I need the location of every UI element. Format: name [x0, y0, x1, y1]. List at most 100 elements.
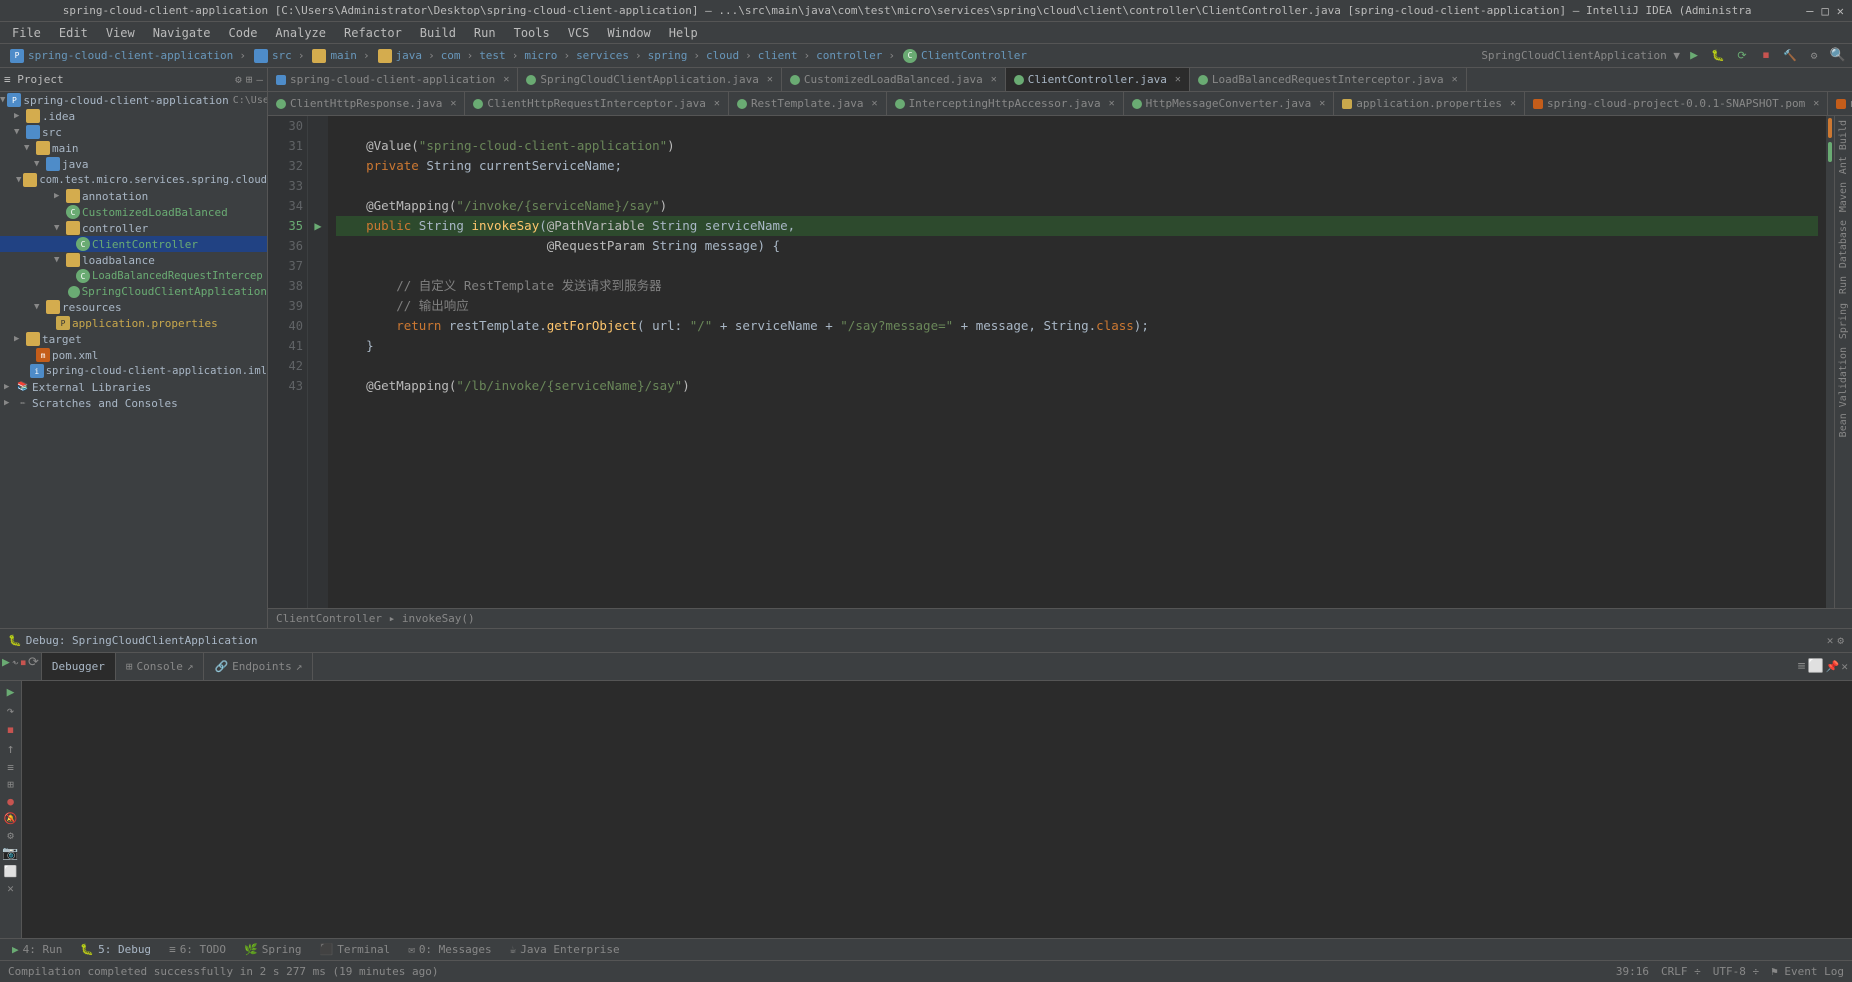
run-to-cursor-btn[interactable]: ≡ — [7, 761, 14, 774]
tab-chr[interactable]: ClientHttpResponse.java ✕ — [268, 92, 465, 115]
step-out-side-btn[interactable]: ↑ — [7, 742, 15, 757]
bottom-tab-run[interactable]: ▶ 4: Run — [4, 941, 70, 958]
tree-item-src[interactable]: ▼ src — [0, 124, 267, 140]
line-endings[interactable]: CRLF ÷ — [1661, 965, 1701, 978]
database-label[interactable]: Database — [1838, 220, 1849, 268]
tab-close-ap2[interactable]: ✕ — [1510, 98, 1516, 109]
tab-close-scpom[interactable]: ✕ — [1813, 98, 1819, 109]
menu-analyze[interactable]: Analyze — [267, 24, 334, 42]
tab-lbri[interactable]: LoadBalancedRequestInterceptor.java ✕ — [1190, 68, 1467, 91]
tab-iha[interactable]: InterceptingHttpAccessor.java ✕ — [887, 92, 1124, 115]
tree-item-ext-libs[interactable]: ▶ 📚 External Libraries — [0, 379, 267, 395]
tab-scpom[interactable]: spring-cloud-project-0.0.1-SNAPSHOT.pom … — [1525, 92, 1828, 115]
step-into-side-btn[interactable]: ⏹ — [7, 723, 14, 738]
maximize-button[interactable]: □ — [1822, 4, 1829, 18]
tab-clb[interactable]: CustomizedLoadBalanced.java ✕ — [782, 68, 1006, 91]
bottom-tab-debug[interactable]: 🐛 5: Debug — [72, 941, 159, 958]
bottom-tab-java-enterprise[interactable]: ☕ Java Enterprise — [502, 941, 628, 958]
tree-item-idea[interactable]: ▶ .idea — [0, 108, 267, 124]
breakpoints-btn[interactable]: ● — [7, 795, 14, 808]
editor-scrollbar[interactable] — [1826, 116, 1834, 608]
nav-main[interactable]: main — [306, 47, 361, 65]
close-debug-panel[interactable]: ✕ — [1841, 660, 1848, 673]
tab-ap2[interactable]: application.properties ✕ — [1334, 92, 1525, 115]
rerun-button[interactable]: ⟳ — [28, 655, 39, 670]
tree-item-pom[interactable]: m pom.xml — [0, 347, 267, 363]
close-button[interactable]: ✕ — [1837, 4, 1844, 18]
stop-button[interactable]: ⏹ — [1756, 46, 1776, 66]
code-content[interactable]: @Value("spring-cloud-client-application"… — [328, 116, 1826, 608]
build-button[interactable]: 🔨 — [1780, 46, 1800, 66]
menu-file[interactable]: File — [4, 24, 49, 42]
endpoints-tab[interactable]: 🔗 Endpoints ↗ — [204, 653, 313, 680]
resume-button[interactable]: ▶ — [2, 655, 10, 670]
tab-cc[interactable]: ClientController.java ✕ — [1006, 68, 1190, 91]
tab-mspom[interactable]: microservices-project-0.0.1-SNAPSHOT.pom… — [1828, 92, 1852, 115]
tree-item-annotation[interactable]: ▶ annotation — [0, 188, 267, 204]
settings-side-btn[interactable]: ⚙ — [7, 829, 14, 842]
debugger-tab[interactable]: Debugger — [42, 653, 116, 680]
menu-tools[interactable]: Tools — [506, 24, 558, 42]
tree-item-java[interactable]: ▼ java — [0, 156, 267, 172]
nav-micro[interactable]: micro — [520, 47, 561, 64]
nav-com[interactable]: com — [437, 47, 465, 64]
menu-build[interactable]: Build — [412, 24, 464, 42]
nav-services[interactable]: services — [572, 47, 633, 64]
tree-item-controller[interactable]: ▼ controller — [0, 220, 267, 236]
tab-scca[interactable]: SpringCloudClientApplication.java ✕ — [518, 68, 782, 91]
run-with-coverage-button[interactable]: ⟳ — [1732, 46, 1752, 66]
step-over-button[interactable]: ↷ — [12, 656, 19, 669]
nav-client[interactable]: client — [754, 47, 802, 64]
tree-item-lbri[interactable]: C LoadBalancedRequestIntercep — [0, 268, 267, 284]
tab-close-clb[interactable]: ✕ — [991, 74, 997, 85]
tab-close-spring[interactable]: ✕ — [503, 74, 509, 85]
nav-src[interactable]: src — [248, 47, 296, 65]
console-tab[interactable]: ⊞ Console ↗ — [116, 653, 205, 680]
tab-close-chri[interactable]: ✕ — [714, 98, 720, 109]
maven-label[interactable]: Maven — [1838, 182, 1849, 212]
nav-cloud[interactable]: cloud — [702, 47, 743, 64]
bottom-tab-todo[interactable]: ≡ 6: TODO — [161, 941, 234, 958]
sidebar-settings-icon[interactable]: ⚙ — [235, 73, 242, 86]
bean-validation-label[interactable]: Bean Validation — [1838, 347, 1849, 437]
settings-button[interactable]: ⚙ — [1804, 46, 1824, 66]
camera-btn[interactable]: 📷 — [2, 846, 18, 861]
menu-navigate[interactable]: Navigate — [145, 24, 219, 42]
run-button[interactable]: ▶ — [1684, 46, 1704, 66]
tree-item-main[interactable]: ▼ main — [0, 140, 267, 156]
file-encoding[interactable]: UTF-8 ÷ — [1713, 965, 1759, 978]
minimize-button[interactable]: — — [1806, 4, 1813, 18]
tab-close-chr[interactable]: ✕ — [450, 98, 456, 109]
nav-spring[interactable]: spring — [644, 47, 692, 64]
restore-layout-btn[interactable]: ⬜ — [4, 865, 18, 878]
menu-run[interactable]: Run — [466, 24, 504, 42]
tree-item-appprops[interactable]: P application.properties — [0, 315, 267, 331]
menu-edit[interactable]: Edit — [51, 24, 96, 42]
resume-side-btn[interactable]: ▶ — [7, 685, 15, 700]
tab-close-hmc[interactable]: ✕ — [1319, 98, 1325, 109]
tree-item-iml[interactable]: i spring-cloud-client-application.iml — [0, 363, 267, 379]
debug-button[interactable]: 🐛 — [1708, 46, 1728, 66]
close-side-btn[interactable]: ✕ — [7, 882, 14, 895]
tab-hmc[interactable]: HttpMessageConverter.java ✕ — [1124, 92, 1335, 115]
run-config-selector[interactable]: SpringCloudClientApplication ▼ — [1481, 49, 1680, 62]
menu-refactor[interactable]: Refactor — [336, 24, 410, 42]
tab-close-cc[interactable]: ✕ — [1175, 74, 1181, 85]
tab-chri[interactable]: ClientHttpRequestInterceptor.java ✕ — [465, 92, 729, 115]
bottom-tab-messages[interactable]: ✉ 0: Messages — [400, 941, 499, 958]
pin-icon[interactable]: 📌 — [1826, 660, 1840, 673]
menu-window[interactable]: Window — [599, 24, 658, 42]
tab-close-lbri[interactable]: ✕ — [1452, 74, 1458, 85]
menu-help[interactable]: Help — [661, 24, 706, 42]
run-label[interactable]: Run — [1838, 276, 1849, 294]
tree-item-scratches[interactable]: ▶ ✏ Scratches and Consoles — [0, 395, 267, 411]
tree-item-loadbalance-ann[interactable]: C CustomizedLoadBalanced — [0, 204, 267, 220]
search-button[interactable]: 🔍 — [1828, 46, 1848, 66]
window-controls[interactable]: — □ ✕ — [1806, 4, 1844, 18]
tree-item-resources[interactable]: ▼ resources — [0, 299, 267, 315]
bottom-tab-terminal[interactable]: ⬛ Terminal — [312, 941, 399, 958]
step-over-side-btn[interactable]: ↷ — [7, 704, 15, 719]
nav-controller[interactable]: controller — [812, 47, 886, 64]
tree-item-clientcontroller[interactable]: C ClientController — [0, 236, 267, 252]
tab-spring-app[interactable]: spring-cloud-client-application ✕ — [268, 68, 518, 91]
